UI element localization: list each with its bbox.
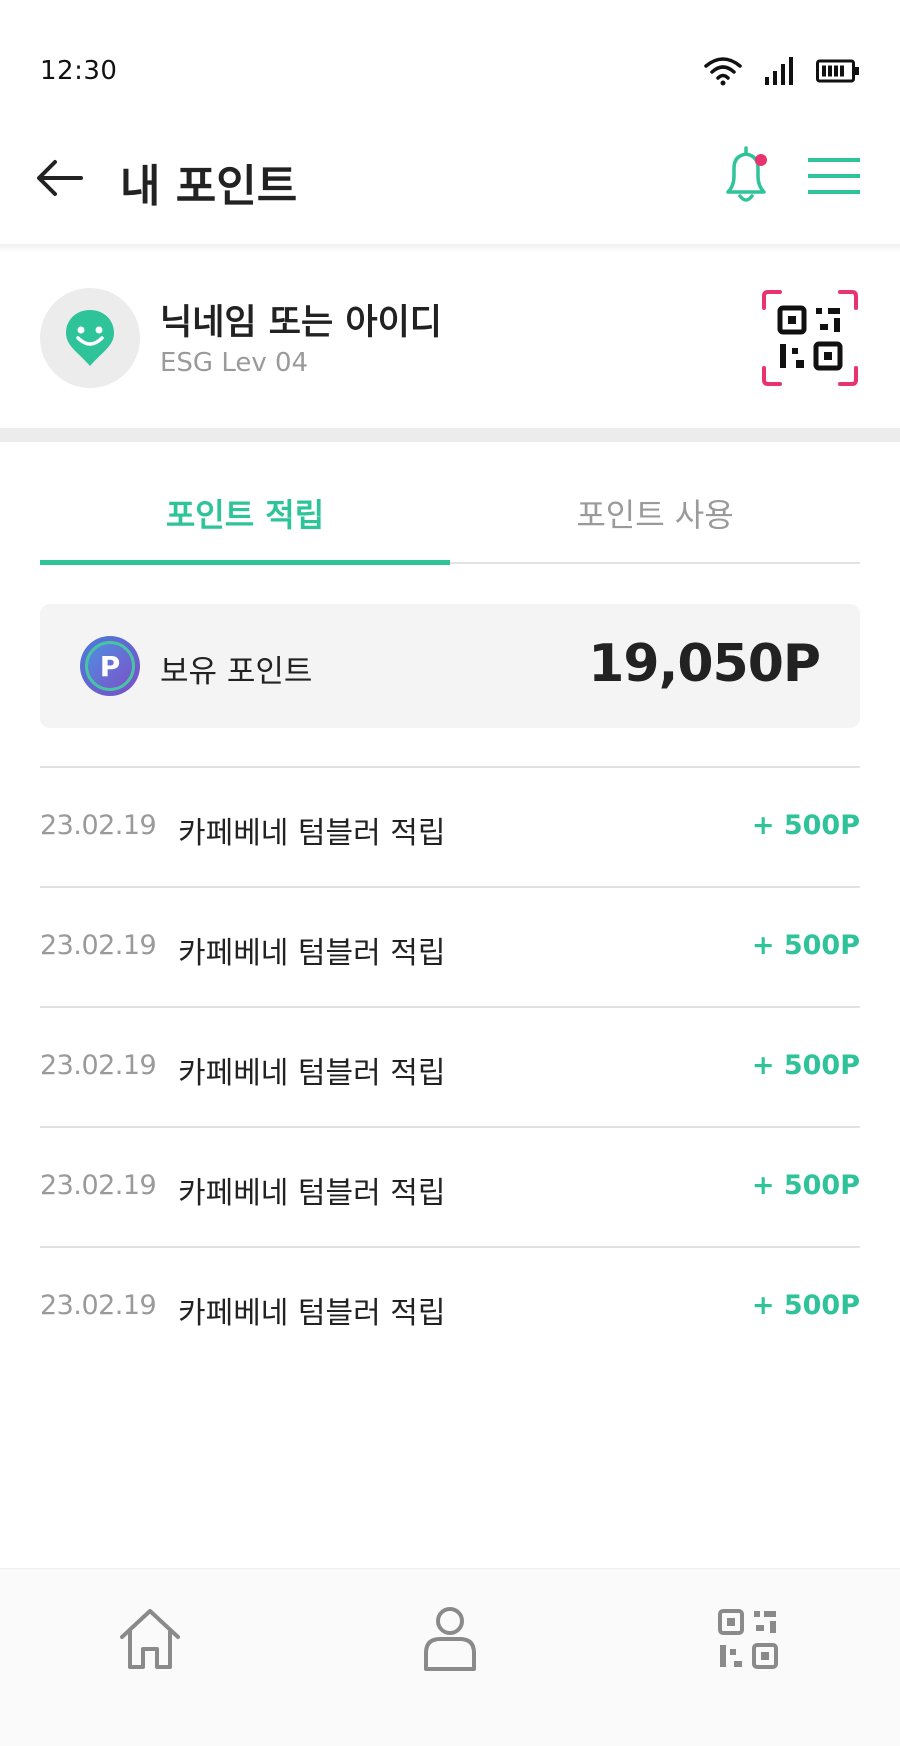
history-description: 카페베네 텀블러 적립: [178, 1176, 446, 1211]
history-row[interactable]: 23.02.19 카페베네 텀블러 적립 + 500P: [40, 766, 860, 886]
back-button[interactable]: [34, 152, 86, 204]
nav-home-button[interactable]: [110, 1599, 190, 1679]
bell-icon: [726, 146, 767, 202]
page-title: 내 포인트: [120, 161, 298, 212]
history-row[interactable]: 23.02.19 카페베네 텀블러 적립 + 500P: [40, 1246, 860, 1366]
notification-dot: [755, 154, 767, 166]
menu-button[interactable]: [806, 150, 862, 202]
home-icon: [120, 1609, 180, 1669]
nav-qr-button[interactable]: [708, 1599, 788, 1679]
history-description: 카페베네 텀블러 적립: [178, 936, 446, 971]
history-date: 23.02.19: [40, 810, 157, 841]
status-time: 12:30: [40, 56, 118, 86]
bottom-navigation: [0, 1568, 900, 1746]
history-row[interactable]: 23.02.19 카페베네 텀블러 적립 + 500P: [40, 1006, 860, 1126]
history-amount: + 500P: [751, 810, 860, 841]
wifi-icon: [704, 57, 742, 86]
history-description: 카페베네 텀블러 적립: [178, 1056, 446, 1091]
header-shadow: [0, 244, 900, 252]
history-date: 23.02.19: [40, 1050, 157, 1081]
history-date: 23.02.19: [40, 1170, 157, 1201]
tab-point-use[interactable]: 포인트 사용: [450, 460, 860, 566]
smile-pin-icon: [66, 310, 114, 366]
profile-level: ESG Lev 04: [160, 348, 309, 378]
status-icons: [704, 56, 860, 86]
hamburger-menu-icon: [808, 158, 860, 194]
points-balance-value: 19,050P: [588, 634, 821, 694]
history-date: 23.02.19: [40, 930, 157, 961]
header: 내 포인트: [0, 130, 900, 250]
history-amount: + 500P: [751, 1050, 860, 1081]
qr-scan-icon: [762, 290, 858, 386]
signal-icon: [765, 57, 793, 85]
points-balance-card: P 보유 포인트 19,050P: [40, 604, 860, 728]
history-date: 23.02.19: [40, 1290, 157, 1321]
point-history-list: 23.02.19 카페베네 텀블러 적립 + 500P 23.02.19 카페베…: [40, 766, 860, 1366]
nav-user-button[interactable]: [410, 1599, 490, 1679]
battery-icon: [816, 59, 859, 83]
tab-active-indicator: [40, 560, 450, 565]
qr-scan-button[interactable]: [760, 288, 860, 388]
profile-nickname: 닉네임 또는 아이디: [160, 303, 442, 343]
history-amount: + 500P: [751, 930, 860, 961]
history-row[interactable]: 23.02.19 카페베네 텀블러 적립 + 500P: [40, 886, 860, 1006]
tab-bar: 포인트 적립 포인트 사용: [40, 460, 860, 566]
section-divider: [0, 428, 900, 442]
tab-point-earn[interactable]: 포인트 적립: [40, 460, 450, 566]
history-amount: + 500P: [751, 1170, 860, 1201]
user-icon: [424, 1607, 476, 1671]
profile-section: 닉네임 또는 아이디 ESG Lev 04: [0, 252, 900, 428]
qr-code-icon: [718, 1609, 778, 1669]
notification-button[interactable]: [718, 144, 778, 208]
point-coin-icon: P: [80, 636, 140, 696]
status-bar: 12:30: [0, 0, 900, 130]
history-row[interactable]: 23.02.19 카페베네 텀블러 적립 + 500P: [40, 1126, 860, 1246]
history-description: 카페베네 텀블러 적립: [178, 1296, 446, 1331]
history-description: 카페베네 텀블러 적립: [178, 816, 446, 851]
avatar[interactable]: [40, 288, 140, 388]
back-arrow-icon: [37, 160, 83, 196]
point-coin-letter: P: [85, 641, 135, 691]
history-amount: + 500P: [751, 1290, 860, 1321]
points-balance-label: 보유 포인트: [160, 654, 313, 690]
